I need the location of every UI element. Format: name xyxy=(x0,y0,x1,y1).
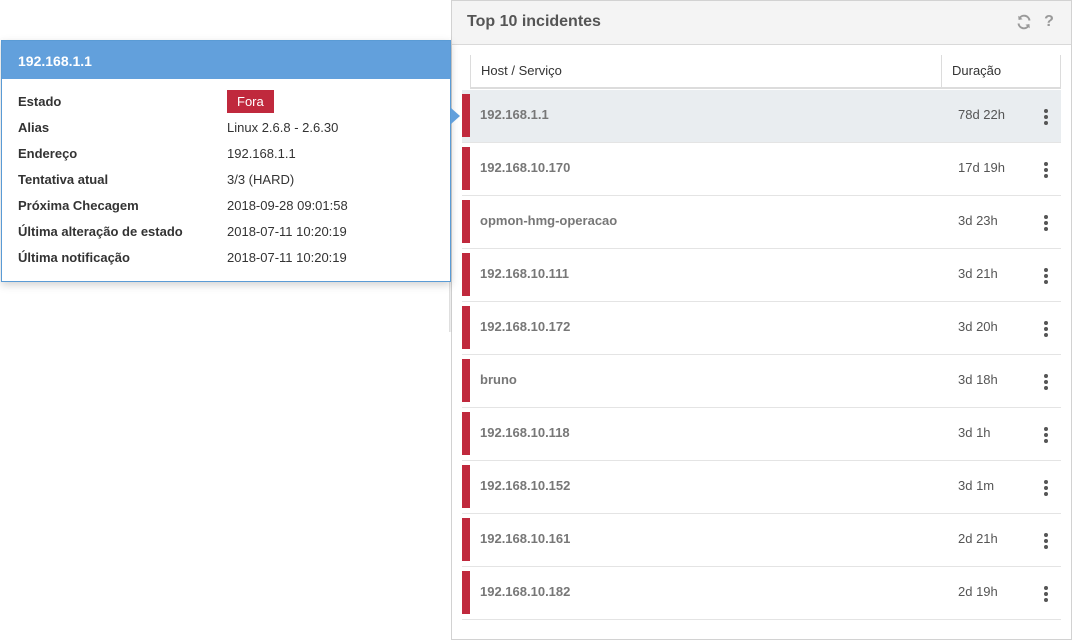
duration-value: 3d 20h xyxy=(958,319,998,334)
status-bar xyxy=(462,518,470,561)
more-options-icon[interactable] xyxy=(1040,211,1052,231)
status-bar xyxy=(462,253,470,296)
host-name[interactable]: 192.168.10.182 xyxy=(480,584,570,599)
more-options-icon[interactable] xyxy=(1040,264,1052,284)
incident-list: 192.168.1.1 78d 22h 192.168.10.170 17d 19h o… xyxy=(462,90,1061,620)
status-bar xyxy=(462,465,470,508)
more-options-icon[interactable] xyxy=(1040,317,1052,337)
duration-value: 3d 1h xyxy=(958,425,991,440)
host-name[interactable]: 192.168.10.170 xyxy=(480,160,570,175)
host-name[interactable]: 192.168.10.161 xyxy=(480,531,570,546)
table-row[interactable]: bruno 3d 18h xyxy=(462,355,1061,408)
table-row[interactable]: 192.168.10.118 3d 1h xyxy=(462,408,1061,461)
status-bar xyxy=(462,147,470,190)
top-incidents-widget: Top 10 incidentes ? Host / Serviço Duraç… xyxy=(451,0,1072,640)
field-label: Última alteração de estado xyxy=(18,224,183,239)
duration-value: 2d 19h xyxy=(958,584,998,599)
widget-title: Top 10 incidentes xyxy=(467,13,601,30)
status-bar xyxy=(462,571,470,614)
refresh-icon[interactable] xyxy=(1016,14,1034,32)
table-row[interactable]: 192.168.10.172 3d 20h xyxy=(462,302,1061,355)
field-label: Próxima Checagem xyxy=(18,198,139,213)
table-row[interactable]: opmon-hmg-operacao 3d 23h xyxy=(462,196,1061,249)
more-options-icon[interactable] xyxy=(1040,158,1052,178)
field-value: 2018-07-11 10:20:19 xyxy=(227,224,347,239)
duration-value: 17d 19h xyxy=(958,160,1005,175)
status-bar xyxy=(462,412,470,455)
status-bar xyxy=(462,94,470,137)
status-bar xyxy=(462,359,470,402)
table-row[interactable]: 192.168.10.170 17d 19h xyxy=(462,143,1061,196)
host-name[interactable]: 192.168.10.152 xyxy=(480,478,570,493)
table-row[interactable]: 192.168.10.161 2d 21h xyxy=(462,514,1061,567)
more-options-icon[interactable] xyxy=(1040,105,1052,125)
host-name[interactable]: 192.168.10.172 xyxy=(480,319,570,334)
duration-value: 3d 18h xyxy=(958,372,998,387)
duration-value: 3d 23h xyxy=(958,213,998,228)
table-row[interactable]: 192.168.10.152 3d 1m xyxy=(462,461,1061,514)
field-label: Última notificação xyxy=(18,250,130,265)
more-options-icon[interactable] xyxy=(1040,582,1052,602)
duration-value: 3d 1m xyxy=(958,478,995,493)
table-row[interactable]: 192.168.10.111 3d 21h xyxy=(462,249,1061,302)
field-value: 2018-09-28 09:01:58 xyxy=(227,198,348,213)
field-value: 2018-07-11 10:20:19 xyxy=(227,250,347,265)
widget-header: Top 10 incidentes ? xyxy=(452,1,1071,45)
field-label: Alias xyxy=(18,120,50,135)
host-detail-popover: 192.168.1.1 Estado Fora Alias Linux 2.6.8 -… xyxy=(1,40,451,282)
field-label: Estado xyxy=(18,94,62,109)
more-options-icon[interactable] xyxy=(1040,476,1052,496)
duration-value: 2d 21h xyxy=(958,531,998,546)
status-badge: Fora xyxy=(227,90,274,113)
more-options-icon[interactable] xyxy=(1040,529,1052,549)
popover-title: 192.168.1.1 xyxy=(2,41,450,79)
column-header-host[interactable]: Host / Serviço xyxy=(470,55,941,87)
status-bar xyxy=(462,306,470,349)
field-value: 3/3 (HARD) xyxy=(227,172,295,187)
host-name[interactable]: 192.168.1.1 xyxy=(480,107,549,122)
more-options-icon[interactable] xyxy=(1040,423,1052,443)
table-row[interactable]: 192.168.10.182 2d 19h xyxy=(462,567,1061,620)
more-options-icon[interactable] xyxy=(1040,370,1052,390)
duration-value: 78d 22h xyxy=(958,107,1005,122)
host-name[interactable]: 192.168.10.111 xyxy=(480,266,569,281)
field-value: Linux 2.6.8 - 2.6.30 xyxy=(227,120,339,135)
column-header-duration[interactable]: Duração xyxy=(941,55,1061,87)
field-value: 192.168.1.1 xyxy=(227,146,296,161)
status-bar xyxy=(462,200,470,243)
popover-arrow xyxy=(451,108,460,124)
popover-shadow xyxy=(449,282,452,332)
help-icon[interactable]: ? xyxy=(1040,13,1058,31)
table-row[interactable]: 192.168.1.1 78d 22h xyxy=(462,90,1061,143)
duration-value: 3d 21h xyxy=(958,266,998,281)
host-name[interactable]: opmon-hmg-operacao xyxy=(480,213,617,228)
table-header: Host / Serviço Duração xyxy=(470,55,1061,89)
host-name[interactable]: bruno xyxy=(480,372,517,387)
field-label: Tentativa atual xyxy=(18,172,109,187)
field-label: Endereço xyxy=(18,146,78,161)
host-name[interactable]: 192.168.10.118 xyxy=(480,425,570,440)
